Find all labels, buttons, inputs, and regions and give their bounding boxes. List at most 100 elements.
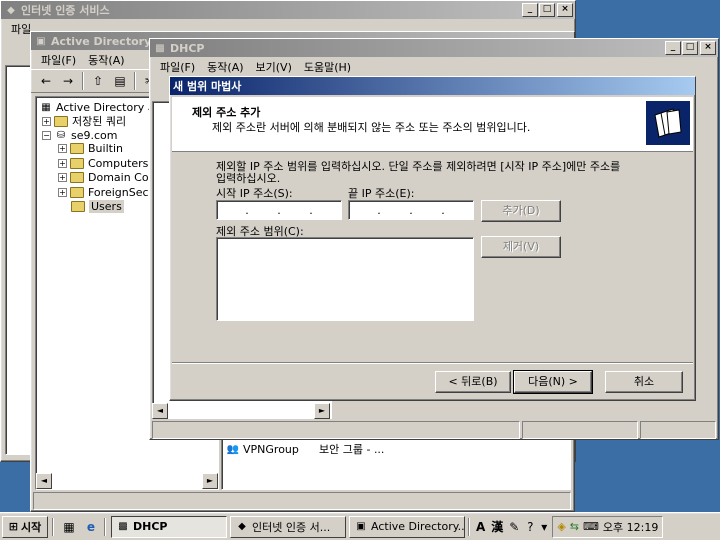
excluded-range-list[interactable] <box>216 237 474 321</box>
end-ip-label: 끝 IP 주소(E): <box>348 187 415 200</box>
ad-menu-action[interactable]: 동작(A) <box>82 52 130 68</box>
wizard-folders-icon <box>646 101 690 145</box>
list-item[interactable]: 👥 VPNGroup 보안 그룹 - ... <box>226 441 385 457</box>
task-dhcp[interactable]: ▩ DHCP <box>111 515 227 538</box>
wizard-title: 새 범위 마법사 <box>173 80 242 93</box>
close-button[interactable]: × <box>557 3 573 17</box>
wizard-footer-divider <box>172 362 693 364</box>
up-folder-icon[interactable]: ⇧ <box>87 71 109 91</box>
shield-icon[interactable]: ◈ <box>557 520 565 533</box>
tree-item-builtin[interactable]: + Builtin <box>58 142 123 155</box>
tree-item-saved-queries[interactable]: + 저장된 쿼리 <box>42 113 126 129</box>
remove-button[interactable]: 제거(V) <box>481 236 561 258</box>
tree-label: Builtin <box>88 142 123 155</box>
ip-dot: . <box>441 203 445 217</box>
task-active-directory[interactable]: ▣ Active Directory... <box>349 515 465 538</box>
dhcp-title: DHCP <box>170 41 205 55</box>
tree-label: Users <box>89 200 124 213</box>
dhcp-titlebar[interactable]: ▩ DHCP _ □ × <box>150 39 718 57</box>
scroll-right-button[interactable]: ► <box>314 403 330 419</box>
tree-item-domain-controllers[interactable]: + Domain Co <box>58 171 149 184</box>
next-button[interactable]: 다음(N) > <box>513 370 593 394</box>
end-ip-input[interactable]: ... <box>348 200 474 220</box>
ad-menu-file[interactable]: 파일(F) <box>35 52 82 68</box>
dhcp-menu-help[interactable]: 도움말(H) <box>298 59 357 75</box>
ime-toggle-icon[interactable]: ▾ <box>538 517 550 537</box>
status-cell <box>33 492 571 510</box>
tree-item-foreign-security[interactable]: + ForeignSec <box>58 186 149 199</box>
show-desktop-icon[interactable]: ▦ <box>58 517 80 537</box>
tree-item-users[interactable]: Users <box>71 200 124 213</box>
ias-title: 인터넷 인증 서비스 <box>21 4 110 17</box>
expand-icon[interactable]: + <box>58 173 67 182</box>
ias-task-icon: ◆ <box>238 521 246 532</box>
folder-icon <box>70 143 84 154</box>
ad-statusbar <box>33 492 571 512</box>
ias-app-icon: ◆ <box>7 4 15 16</box>
dhcp-menu-view[interactable]: 보기(V) <box>250 59 298 75</box>
scroll-right-button[interactable]: ► <box>202 473 218 489</box>
scroll-left-button[interactable]: ◄ <box>36 473 52 489</box>
wizard-header-desc: 제외 주소란 서버에 의해 분배되지 않는 주소 또는 주소의 범위입니다. <box>212 121 531 134</box>
ime-pad-icon[interactable]: ✎ <box>506 517 522 537</box>
expand-icon[interactable]: + <box>58 144 67 153</box>
start-button[interactable]: ⊞ 시작 <box>2 515 48 538</box>
folder-icon <box>70 172 84 183</box>
dhcp-menu-action[interactable]: 동작(A) <box>201 59 249 75</box>
keyboard-icon[interactable]: ⌨ <box>583 520 599 533</box>
dhcp-menu-file[interactable]: 파일(F) <box>154 59 201 75</box>
back-arrow-icon[interactable]: ← <box>35 71 57 91</box>
expand-icon[interactable]: + <box>58 188 67 197</box>
clock[interactable]: 오후 12:19 <box>603 519 658 535</box>
dhcp-app-icon: ▩ <box>155 42 165 54</box>
ime-hanja[interactable]: 漢 <box>491 518 503 535</box>
start-label: 시작 <box>20 520 42 534</box>
task-label: Active Directory... <box>371 520 465 533</box>
expand-icon[interactable]: + <box>42 116 51 126</box>
scroll-left-button[interactable]: ◄ <box>152 403 168 419</box>
task-label: DHCP <box>133 520 168 533</box>
forward-arrow-icon[interactable]: → <box>57 71 79 91</box>
start-ip-label: 시작 IP 주소(S): <box>216 187 293 200</box>
show-tree-icon[interactable]: ▤ <box>109 71 131 91</box>
maximize-button[interactable]: □ <box>682 41 698 55</box>
ias-titlebar[interactable]: ◆ 인터넷 인증 서비스 _ □ × <box>1 1 575 19</box>
dhcp-menubar: 파일(F) 동작(A) 보기(V) 도움말(H) <box>150 57 718 76</box>
internet-explorer-icon[interactable]: e <box>80 517 102 537</box>
minimize-button[interactable]: _ <box>665 41 681 55</box>
dhcp-task-icon: ▩ <box>118 521 128 532</box>
minimize-button[interactable]: _ <box>522 3 538 17</box>
maximize-button[interactable]: □ <box>539 3 555 17</box>
collapse-icon[interactable]: − <box>42 130 51 140</box>
wizard-titlebar[interactable]: 새 범위 마법사 <box>170 77 695 95</box>
ime-language[interactable]: A <box>476 520 485 534</box>
tree-label: Domain Co <box>88 171 149 184</box>
network-icon[interactable]: ⇆ <box>570 520 579 533</box>
new-scope-wizard: 새 범위 마법사 제외 주소 추가 제외 주소란 서버에 의해 분배되지 않는 … <box>169 76 696 401</box>
domain-icon: ⛁ <box>56 129 66 141</box>
status-cell <box>640 421 716 439</box>
tree-item-domain[interactable]: − ⛁ se9.com <box>42 128 118 142</box>
cancel-button[interactable]: 취소 <box>605 371 683 393</box>
help-icon[interactable]: ? <box>522 517 538 537</box>
taskbar-separator <box>52 517 54 536</box>
ip-dot: . <box>309 203 313 217</box>
wizard-instruction-line2: 입력하십시오. <box>216 172 281 185</box>
folder-icon <box>71 201 85 212</box>
expand-icon[interactable]: + <box>58 159 67 168</box>
tree-label: se9.com <box>71 128 118 142</box>
folder-icon <box>70 187 84 198</box>
add-button[interactable]: 추가(D) <box>481 200 561 222</box>
back-button[interactable]: < 뒤로(B) <box>435 371 511 393</box>
close-button[interactable]: × <box>700 41 716 55</box>
task-ias[interactable]: ◆ 인터넷 인증 서... <box>230 515 346 538</box>
taskbar-separator <box>104 517 106 536</box>
folder-icon <box>70 158 84 169</box>
ip-dot: . <box>277 203 281 217</box>
start-ip-input[interactable]: ... <box>216 200 342 220</box>
tree-label: ForeignSec <box>88 186 149 199</box>
status-cell <box>152 421 520 439</box>
tree-item-computers[interactable]: + Computers <box>58 157 148 170</box>
toolbar-separator <box>134 72 136 90</box>
taskbar-separator <box>468 517 470 536</box>
